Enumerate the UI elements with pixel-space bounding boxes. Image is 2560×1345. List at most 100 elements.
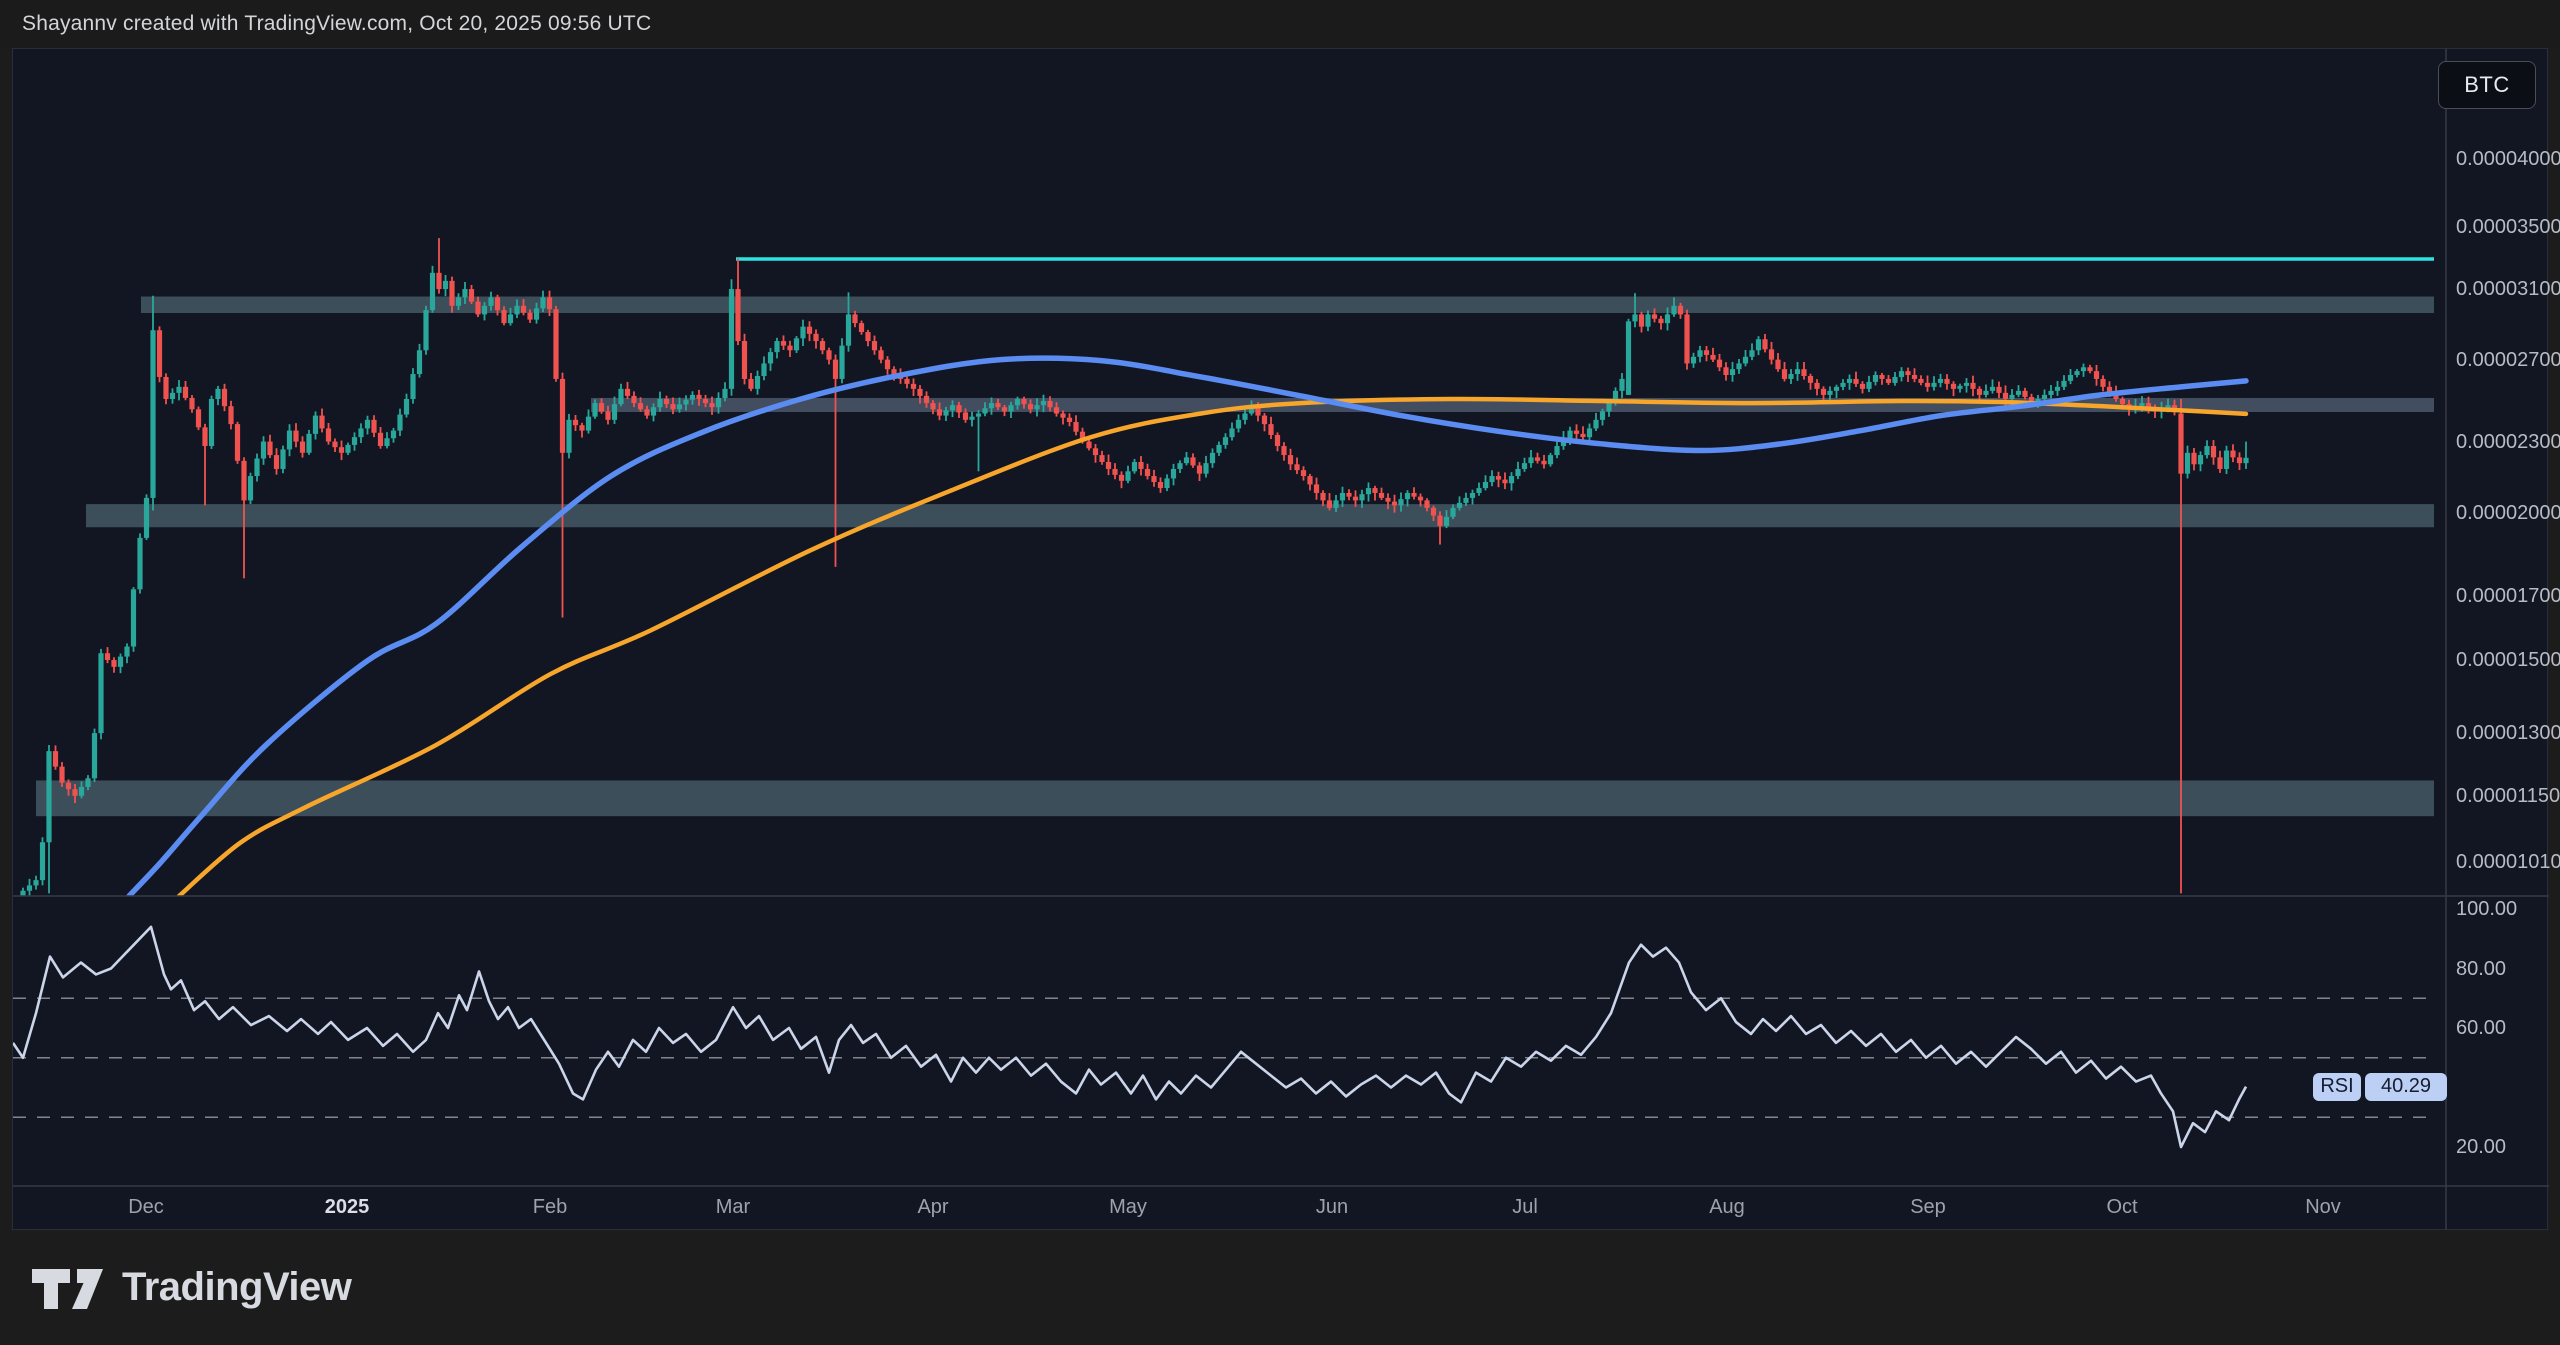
price-axis-label: 0.00001500: [2456, 649, 2560, 672]
candle-body: [826, 350, 831, 359]
time-axis-label: Jul: [1512, 1196, 1538, 1219]
candle-body: [1028, 404, 1033, 409]
candle-body: [1717, 360, 1722, 368]
candle-body: [716, 398, 721, 407]
time-scale[interactable]: Dec2025FebMarAprMayJunJulAugSepOctNov: [13, 1186, 2447, 1231]
candle-body: [1619, 379, 1624, 391]
tradingview-logo[interactable]: TradingView: [30, 1264, 351, 1312]
candle-body: [1418, 497, 1423, 501]
candle-body: [46, 751, 51, 842]
candle-body: [1424, 500, 1429, 508]
candle-body: [1294, 464, 1299, 470]
time-axis-label: Aug: [1709, 1196, 1745, 1219]
candle-body: [2224, 451, 2229, 469]
candle-body: [839, 346, 844, 379]
candle-body: [1684, 314, 1689, 363]
candle-body: [1821, 389, 1826, 395]
candle-body: [1463, 498, 1468, 503]
candle-body: [1099, 455, 1104, 462]
candle-body: [1964, 383, 1969, 386]
candle-body: [2211, 446, 2216, 457]
candle-body: [787, 346, 792, 351]
candle-body: [2204, 446, 2209, 455]
candle-body: [547, 297, 552, 309]
candle-body: [1431, 508, 1436, 516]
candle-body: [1275, 435, 1280, 446]
candlestick-chart-canvas[interactable]: [13, 49, 2549, 1231]
candle-body: [1398, 499, 1403, 505]
candle-body: [833, 360, 838, 379]
candle-body: [1528, 457, 1533, 463]
candle-body: [1242, 413, 1247, 419]
candle-body: [1567, 431, 1572, 439]
candle-body: [1671, 306, 1676, 315]
candle-body: [1034, 405, 1039, 409]
candle-body: [1444, 517, 1449, 526]
candle-body: [1340, 493, 1345, 500]
candle-body: [1405, 493, 1410, 499]
candle-body: [930, 403, 935, 409]
candle-body: [885, 360, 890, 370]
candle-body: [1860, 384, 1865, 389]
candle-body: [1814, 383, 1819, 389]
candle-body: [1171, 469, 1176, 478]
candle-body: [1873, 375, 1878, 382]
price-scale[interactable]: 0.00003288 0.00002228 14:03:41 0.0000400…: [2446, 49, 2548, 1186]
candle-body: [586, 417, 591, 431]
rsi-indicator-label[interactable]: RSI: [2313, 1073, 2361, 1101]
candle-body: [215, 389, 220, 399]
candle-body: [1918, 379, 1923, 383]
candle-body: [1314, 484, 1319, 493]
rsi-pane[interactable]: [13, 927, 2434, 1147]
candle-body: [943, 410, 948, 415]
candle-body: [995, 403, 1000, 407]
candle-body: [1788, 374, 1793, 379]
candle-body: [1307, 476, 1312, 484]
candle-body: [1600, 411, 1605, 419]
candle-body: [1743, 357, 1748, 364]
candle-body: [20, 891, 25, 899]
rsi-value-badge: 40.29: [2365, 1073, 2447, 1101]
candle-body: [1073, 422, 1078, 432]
candle-body: [1522, 463, 1527, 469]
candle-body: [599, 403, 604, 411]
candle-body: [40, 842, 45, 880]
candle-body: [1977, 389, 1982, 395]
candle-body: [2048, 391, 2053, 395]
candle-body: [1606, 403, 1611, 411]
candle-body: [794, 338, 799, 350]
candle-body: [1021, 399, 1026, 404]
candle-body: [631, 396, 636, 403]
tradingview-chart-screenshot: Shayannv created with TradingView.com, O…: [0, 0, 2560, 1345]
candle-body: [1515, 469, 1520, 476]
candle-body: [703, 399, 708, 403]
candle-body: [1548, 455, 1553, 464]
candle-body: [924, 396, 929, 403]
candle-body: [352, 437, 357, 445]
candle-body: [1190, 457, 1195, 465]
candle-body: [456, 297, 461, 305]
candle-body: [579, 425, 584, 430]
candle-body: [1931, 383, 1936, 387]
candle-body: [690, 395, 695, 400]
candle-body: [1320, 493, 1325, 500]
candle-body: [2217, 457, 2222, 469]
candle-body: [228, 406, 233, 424]
candle-body: [1229, 428, 1234, 437]
candle-body: [1268, 424, 1273, 435]
candle-body: [1197, 465, 1202, 473]
candle-body: [904, 379, 909, 384]
candle-body: [1496, 476, 1501, 480]
candle-body: [982, 408, 987, 413]
price-axis-label: 0.00001010: [2456, 851, 2560, 874]
candle-body: [196, 409, 201, 427]
price-pane[interactable]: [20, 238, 2434, 899]
candle-body: [339, 447, 344, 453]
price-axis-label: 0.00002000: [2456, 502, 2560, 525]
candle-body: [1795, 369, 1800, 374]
chart-area[interactable]: BTC 0.00003288 0.00002228 14:03:41 0.000…: [12, 48, 2548, 1230]
candle-body: [1106, 462, 1111, 469]
candle-body: [1710, 355, 1715, 360]
candle-body: [1489, 476, 1494, 482]
candle-body: [33, 880, 38, 885]
